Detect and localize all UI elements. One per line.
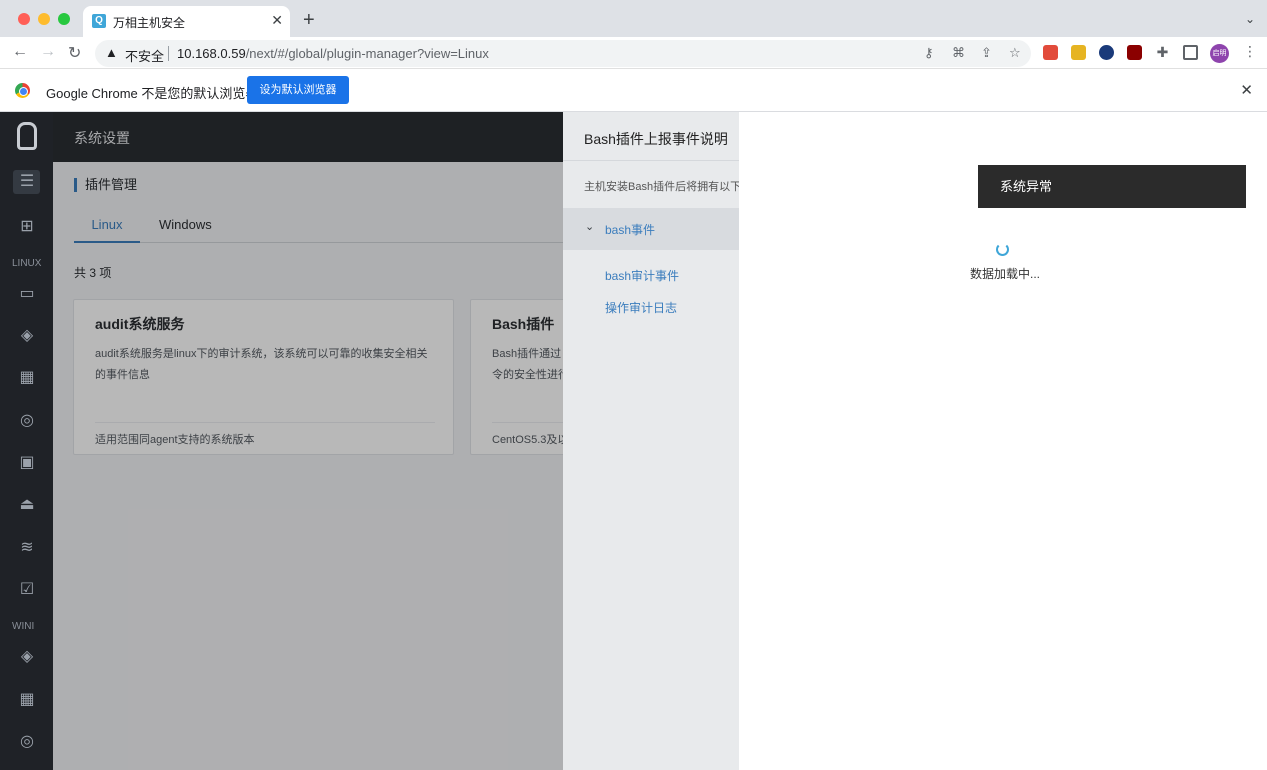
browser-toolbar: ← → ↻ ▲ 不安全 10.168.0.59/next/#/global/pl…: [0, 37, 1267, 69]
drawer-title: Bash插件上报事件说明: [584, 131, 728, 147]
reload-icon[interactable]: ↻: [68, 43, 81, 63]
address-bar[interactable]: ▲ 不安全 10.168.0.59/next/#/global/plugin-m…: [95, 40, 1031, 67]
loading-text: 数据加载中...: [970, 267, 1041, 281]
dashboard-icon[interactable]: ▦: [18, 369, 36, 387]
apps-grid-icon[interactable]: ⊞: [18, 218, 36, 236]
layers-icon[interactable]: ◈: [18, 327, 36, 345]
profile-avatar[interactable]: 启明: [1210, 44, 1229, 63]
radar-icon[interactable]: ◎: [18, 412, 36, 430]
set-default-browser-button[interactable]: 设为默认浏览器: [247, 76, 349, 104]
key-icon[interactable]: ⚷: [924, 45, 934, 61]
list-icon[interactable]: ☰: [18, 173, 36, 191]
bookmark-star-icon[interactable]: ☆: [1009, 45, 1021, 61]
side-panel-icon[interactable]: [1183, 45, 1198, 60]
bash-events-drawer: Bash插件上报事件说明 主机安装Bash插件后将拥有以下 ⌄ bash事件 b…: [563, 112, 739, 770]
url-text[interactable]: 10.168.0.59/next/#/global/plugin-manager…: [177, 46, 489, 61]
forward-icon[interactable]: →: [40, 43, 56, 61]
app-logo[interactable]: [17, 122, 37, 150]
back-icon[interactable]: ←: [12, 43, 28, 61]
detail-modal: 系统异常 数据加载中...: [739, 112, 1267, 770]
default-browser-infobar: Google Chrome 不是您的默认浏览器 设为默认浏览器 ✕: [0, 69, 1267, 112]
infobar-message: Google Chrome 不是您的默认浏览器: [46, 86, 259, 101]
extensions-puzzle-icon[interactable]: ✚: [1155, 45, 1170, 60]
chevron-down-icon: ⌄: [585, 221, 595, 233]
event-link-bash-audit[interactable]: bash审计事件: [605, 267, 679, 284]
url-path: /next/#/global/plugin-manager?view=Linux: [245, 46, 489, 61]
tab-title: 万相主机安全: [113, 16, 186, 30]
modal-backdrop[interactable]: [53, 112, 563, 770]
warning-icon: ▲: [105, 45, 118, 60]
minimize-window-button[interactable]: [38, 13, 50, 25]
browser-tab[interactable]: Q 万相主机安全 ✕: [83, 6, 290, 37]
url-host: 10.168.0.59: [177, 46, 246, 61]
sidebar-section-windows: WINI: [12, 621, 35, 632]
insecure-label[interactable]: 不安全: [125, 46, 164, 65]
more-menu-icon[interactable]: ⋮: [1243, 43, 1257, 60]
maximize-window-button[interactable]: [58, 13, 70, 25]
event-link-operation-audit[interactable]: 操作审计日志: [605, 299, 677, 316]
alarm-icon[interactable]: ⏏: [18, 496, 36, 514]
error-toast: 系统异常: [978, 165, 1246, 208]
loading-spinner-icon: [996, 243, 1009, 256]
device-icon[interactable]: ▣: [18, 454, 36, 472]
drawer-description: 主机安装Bash插件后将拥有以下: [584, 181, 739, 193]
omnibox-divider: [168, 46, 169, 61]
checklist-icon[interactable]: ☑: [18, 581, 36, 599]
extension-notes-icon[interactable]: [1043, 45, 1058, 60]
sidebar: ☰ ⊞ LINUX ▭ ◈ ▦ ◎ ▣ ⏏ ≋ ☑ WINI ◈ ▦ ◎: [0, 112, 53, 770]
browser-tabstrip: Q 万相主机安全 ✕ + ⌄: [0, 0, 1267, 37]
chrome-logo-icon: [15, 83, 30, 98]
sidebar-section-linux: LINUX: [12, 258, 42, 269]
share-icon[interactable]: ⇪: [981, 45, 992, 61]
event-group-label: bash事件: [605, 223, 656, 237]
close-window-button[interactable]: [18, 13, 30, 25]
tab-search-icon[interactable]: ⌄: [1245, 12, 1255, 26]
extension-triangle-icon[interactable]: [1099, 45, 1114, 60]
infobar-close-icon[interactable]: ✕: [1240, 81, 1253, 99]
extension-ublock-icon[interactable]: [1127, 45, 1142, 60]
favicon-icon: Q: [92, 14, 106, 28]
drawer-divider: [563, 160, 739, 161]
monitor-icon[interactable]: ▭: [18, 285, 36, 303]
translate-icon[interactable]: ⌘: [952, 45, 965, 61]
windows-layers-icon[interactable]: ◈: [18, 648, 36, 666]
filter-icon[interactable]: ≋: [18, 539, 36, 557]
windows-dashboard-icon[interactable]: ▦: [18, 691, 36, 709]
extension-highlighter-icon[interactable]: [1071, 45, 1086, 60]
app-root: ☰ ⊞ LINUX ▭ ◈ ▦ ◎ ▣ ⏏ ≋ ☑ WINI ◈ ▦ ◎ 系统设…: [0, 112, 1267, 770]
event-group-row[interactable]: ⌄ bash事件: [563, 208, 739, 250]
windows-radar-icon[interactable]: ◎: [18, 733, 36, 751]
new-tab-icon[interactable]: +: [303, 10, 315, 30]
close-tab-icon[interactable]: ✕: [271, 12, 283, 29]
